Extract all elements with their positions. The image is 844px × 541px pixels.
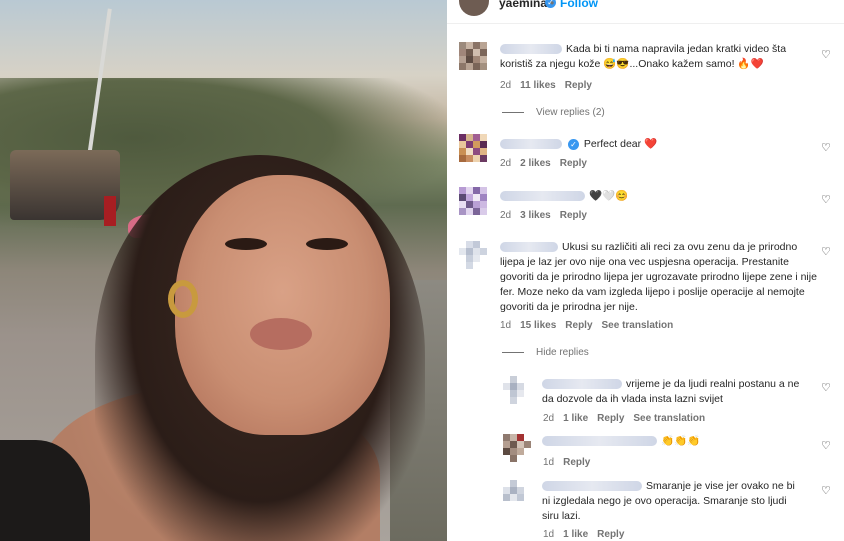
reply-button[interactable]: Reply — [563, 457, 590, 468]
hide-replies-label: Hide replies — [536, 347, 589, 358]
reply-button[interactable]: Reply — [560, 158, 587, 169]
comment-body: Perfect dear ❤️ — [583, 138, 658, 150]
reply-meta: 1d 1 like Reply — [543, 529, 633, 540]
reply-button[interactable]: Reply — [565, 80, 592, 91]
comment-text: Ukusi su različiti ali reci za ovu zenu … — [500, 240, 820, 315]
heart-outline-icon[interactable]: ♡ — [821, 383, 832, 394]
comment-likes[interactable]: 2 likes — [520, 158, 551, 169]
comment-meta: 2d 3 likes Reply — [500, 210, 596, 221]
author-avatar[interactable] — [459, 0, 489, 16]
heart-outline-icon[interactable]: ♡ — [821, 486, 832, 497]
comment-time: 2d — [500, 80, 512, 91]
comment-text: 🖤🤍😊 — [500, 189, 820, 204]
post-header: yaemina ✓ • Follow — [447, 0, 844, 24]
comments-panel: yaemina ✓ • Follow Kada bi ti nama napra… — [447, 0, 844, 541]
verified-badge-icon: ✓ — [568, 138, 579, 150]
see-translation-button[interactable]: See translation — [633, 413, 705, 424]
commenter-avatar[interactable] — [459, 42, 487, 70]
heart-outline-icon[interactable]: ♡ — [821, 143, 832, 154]
commenter-avatar[interactable] — [459, 241, 487, 269]
reply-likes[interactable]: 1 like — [563, 413, 588, 424]
heart-outline-icon[interactable]: ♡ — [821, 50, 832, 61]
separator-dot: • — [550, 0, 555, 10]
lips — [250, 318, 312, 350]
commenter-avatar[interactable] — [459, 134, 487, 162]
replier-avatar[interactable] — [503, 480, 531, 508]
divider-line — [502, 351, 524, 353]
comment-meta: 2d 2 likes Reply — [500, 158, 596, 169]
see-translation-button[interactable]: See translation — [602, 320, 674, 331]
blurred-username[interactable] — [500, 139, 562, 150]
red-flag — [104, 196, 116, 226]
comment-text: ✓ Perfect dear ❤️ — [500, 137, 820, 152]
comment-time: 2d — [500, 210, 512, 221]
hide-replies-button[interactable]: Hide replies — [502, 347, 589, 358]
heart-outline-icon[interactable]: ♡ — [821, 247, 832, 258]
reply-meta: 2d 1 like Reply See translation — [543, 413, 714, 424]
follow-button[interactable]: Follow — [560, 0, 598, 10]
commenter-avatar[interactable] — [459, 187, 487, 215]
reply-button[interactable]: Reply — [565, 320, 592, 331]
replier-avatar[interactable] — [503, 434, 531, 462]
heart-outline-icon[interactable]: ♡ — [821, 441, 832, 452]
reply-button[interactable]: Reply — [560, 210, 587, 221]
heart-outline-icon[interactable]: ♡ — [821, 195, 832, 206]
comment-meta: 1d 15 likes Reply See translation — [500, 320, 682, 331]
comment-time: 2d — [500, 158, 512, 169]
blurred-username[interactable] — [500, 242, 558, 253]
gold-earring — [168, 280, 198, 318]
blurred-username[interactable] — [542, 379, 622, 390]
left-eye — [225, 238, 267, 250]
comment-meta: 2d 11 likes Reply — [500, 80, 601, 91]
comment-likes[interactable]: 3 likes — [520, 210, 551, 221]
reply-likes[interactable]: 1 like — [563, 529, 588, 540]
reply-text: 👏👏👏 — [542, 434, 804, 449]
reply-button[interactable]: Reply — [597, 413, 624, 424]
blurred-username[interactable] — [542, 481, 642, 492]
author-username[interactable]: yaemina — [499, 0, 547, 10]
comment-text: Kada bi ti nama napravila jedan kratki v… — [500, 42, 820, 72]
reply-meta: 1d Reply — [543, 457, 599, 468]
comment-likes[interactable]: 11 likes — [520, 80, 556, 91]
blurred-username[interactable] — [500, 191, 585, 202]
reply-time: 1d — [543, 529, 555, 540]
comment-body: 🖤🤍😊 — [589, 190, 629, 202]
face — [175, 175, 390, 435]
comment-time: 1d — [500, 320, 512, 331]
post-photo — [0, 0, 447, 541]
reply-button[interactable]: Reply — [597, 529, 624, 540]
comment-likes[interactable]: 15 likes — [520, 320, 556, 331]
divider-line — [502, 111, 524, 113]
reply-body: 👏👏👏 — [661, 435, 701, 447]
blurred-username[interactable] — [500, 44, 562, 55]
right-eye — [306, 238, 348, 250]
view-replies-label: View replies (2) — [536, 107, 605, 118]
reply-time: 1d — [543, 457, 555, 468]
reply-text: vrijeme je da ljudi realni postanu a ne … — [542, 377, 804, 407]
replier-avatar[interactable] — [503, 376, 531, 404]
reply-text: Smaranje je vise jer ovako ne bi ni izgl… — [542, 479, 804, 524]
blurred-username[interactable] — [542, 436, 657, 447]
reply-time: 2d — [543, 413, 555, 424]
view-replies-button[interactable]: View replies (2) — [502, 107, 605, 118]
